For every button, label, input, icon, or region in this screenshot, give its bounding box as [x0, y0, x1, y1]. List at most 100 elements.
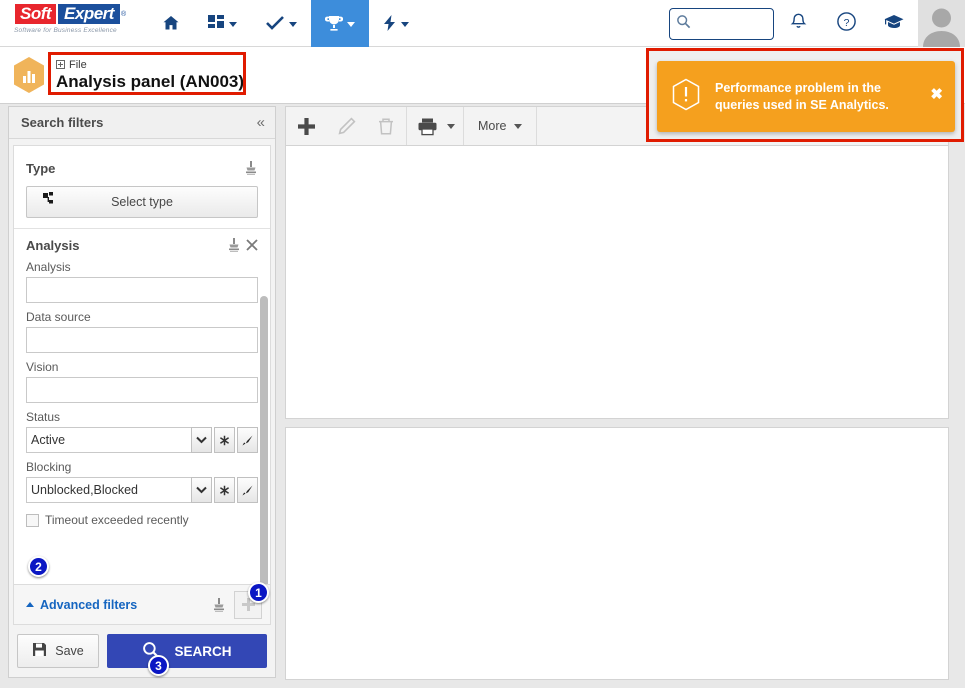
- filter-section-type-header: Type: [26, 160, 258, 176]
- status-asterisk-button[interactable]: [214, 427, 235, 453]
- badge-2: 2: [28, 556, 49, 577]
- bell-icon: [789, 12, 808, 36]
- select-type-button[interactable]: Select type: [26, 186, 258, 218]
- logo-registered-mark: ®: [120, 10, 127, 18]
- plus-icon: [297, 117, 315, 135]
- bar-chart-hexagon-icon: [12, 56, 46, 94]
- toolbar-crud-group: [286, 107, 407, 145]
- field-status-label: Status: [26, 410, 61, 424]
- advanced-filters-bar: Advanced filters: [13, 585, 271, 625]
- question-circle-icon: ?: [836, 11, 857, 37]
- expand-box-plus-icon[interactable]: [56, 60, 65, 69]
- trash-icon: [379, 117, 393, 135]
- timeout-checkbox[interactable]: [26, 513, 39, 527]
- page-title-block: File Analysis panel (AN003): [56, 59, 244, 92]
- academy-button[interactable]: [870, 0, 918, 47]
- more-button[interactable]: More: [464, 119, 536, 133]
- field-blocking: Blocking Unblocked,Blocked: [26, 460, 258, 503]
- search-filters-title: Search filters: [21, 115, 104, 130]
- vision-input[interactable]: [26, 377, 258, 403]
- add-record-button[interactable]: [286, 107, 326, 145]
- print-button[interactable]: [407, 107, 447, 145]
- search-filters-header: Search filters «: [9, 107, 275, 139]
- broom-icon[interactable]: [212, 597, 226, 613]
- select-type-label: Select type: [111, 195, 173, 209]
- analysis-input[interactable]: [26, 277, 258, 303]
- avatar-silhouette-icon: [923, 8, 960, 47]
- data-source-input[interactable]: [26, 327, 258, 353]
- graduation-cap-icon: [883, 12, 905, 36]
- badge-1: 1: [248, 582, 269, 603]
- filter-type-label: Type: [26, 160, 56, 176]
- pencil-icon: [338, 116, 356, 134]
- svg-text:?: ?: [843, 16, 849, 28]
- filters-scroll-area: Type Select type Analysis Analysis Data …: [13, 145, 271, 585]
- search-input[interactable]: [695, 16, 767, 31]
- blocking-brush-button[interactable]: [237, 477, 258, 503]
- help-button[interactable]: ?: [822, 0, 870, 47]
- status-combo[interactable]: Active: [26, 427, 258, 453]
- floppy-disk-icon: [32, 642, 47, 660]
- chevron-down-icon: [347, 21, 355, 27]
- field-vision: Vision: [26, 360, 258, 403]
- collapse-panel-icon[interactable]: «: [257, 115, 265, 130]
- blocking-value[interactable]: Unblocked,Blocked: [26, 477, 192, 503]
- search-icon: [676, 14, 691, 34]
- user-avatar[interactable]: [918, 0, 965, 47]
- delete-record-button[interactable]: [366, 107, 406, 145]
- softexpert-logo[interactable]: Soft Expert ® Software for Business Exce…: [14, 1, 126, 45]
- nav-item-quick-actions[interactable]: [369, 0, 423, 47]
- broom-icon[interactable]: [244, 160, 258, 176]
- filters-scrollbar[interactable]: [260, 296, 268, 584]
- print-dropdown-button[interactable]: [447, 123, 463, 129]
- nav-item-home[interactable]: [148, 0, 194, 47]
- warning-hexagon-icon: [671, 78, 701, 116]
- field-data-source: Data source: [26, 310, 258, 353]
- filter-analysis-label: Analysis: [26, 237, 80, 253]
- top-right-toolbar: ?: [669, 0, 965, 47]
- application-window: Soft Expert ® Software for Business Exce…: [0, 0, 965, 688]
- search-button-label: SEARCH: [174, 643, 232, 659]
- breadcrumb[interactable]: File: [56, 59, 244, 71]
- blocking-combo[interactable]: Unblocked,Blocked: [26, 477, 258, 503]
- blocking-asterisk-button[interactable]: [214, 477, 235, 503]
- bolt-icon: [383, 14, 397, 32]
- search-button[interactable]: SEARCH: [107, 634, 267, 668]
- global-search[interactable]: [669, 7, 774, 40]
- chevron-down-icon: [514, 123, 523, 129]
- blocking-dropdown-button[interactable]: [191, 477, 212, 503]
- save-button[interactable]: Save: [17, 634, 99, 668]
- save-button-label: Save: [55, 644, 84, 658]
- field-analysis-label: Analysis: [26, 260, 71, 274]
- close-icon[interactable]: ✖: [930, 87, 943, 102]
- timeout-checkbox-label: Timeout exceeded recently: [45, 513, 189, 527]
- status-brush-button[interactable]: [237, 427, 258, 453]
- more-button-label: More: [478, 119, 507, 133]
- nav-item-quality[interactable]: [311, 0, 369, 47]
- broom-icon[interactable]: [227, 237, 241, 253]
- advanced-filters-toggle[interactable]: Advanced filters: [26, 598, 137, 612]
- filter-section-type: Type Select type: [14, 146, 270, 229]
- status-value[interactable]: Active: [26, 427, 192, 453]
- filter-section-analysis-header: Analysis: [26, 237, 258, 253]
- logo-tagline: Software for Business Excellence: [14, 27, 117, 34]
- details-panel[interactable]: [285, 427, 949, 680]
- main-content-column: More: [285, 106, 949, 684]
- edit-record-button[interactable]: [326, 107, 366, 145]
- results-grid-panel[interactable]: [285, 146, 949, 419]
- notifications-button[interactable]: [774, 0, 822, 47]
- nav-item-dashboard[interactable]: [194, 0, 251, 47]
- nav-item-tasks[interactable]: [251, 0, 311, 47]
- trophy-icon: [325, 14, 343, 32]
- logo-expert-text: Expert: [58, 4, 120, 24]
- field-status: Status Active: [26, 410, 258, 453]
- top-navigation-bar: Soft Expert ® Software for Business Exce…: [0, 0, 965, 47]
- page-title: Analysis panel (AN003): [56, 71, 245, 91]
- close-icon[interactable]: [246, 239, 258, 251]
- toolbar-print-group: [407, 107, 464, 145]
- highlight-box-toast: Performance problem in the queries used …: [646, 48, 964, 142]
- chevron-down-icon: [289, 21, 297, 27]
- field-blocking-label: Blocking: [26, 460, 72, 474]
- status-dropdown-button[interactable]: [191, 427, 212, 453]
- filters-footer: Save SEARCH: [9, 625, 275, 677]
